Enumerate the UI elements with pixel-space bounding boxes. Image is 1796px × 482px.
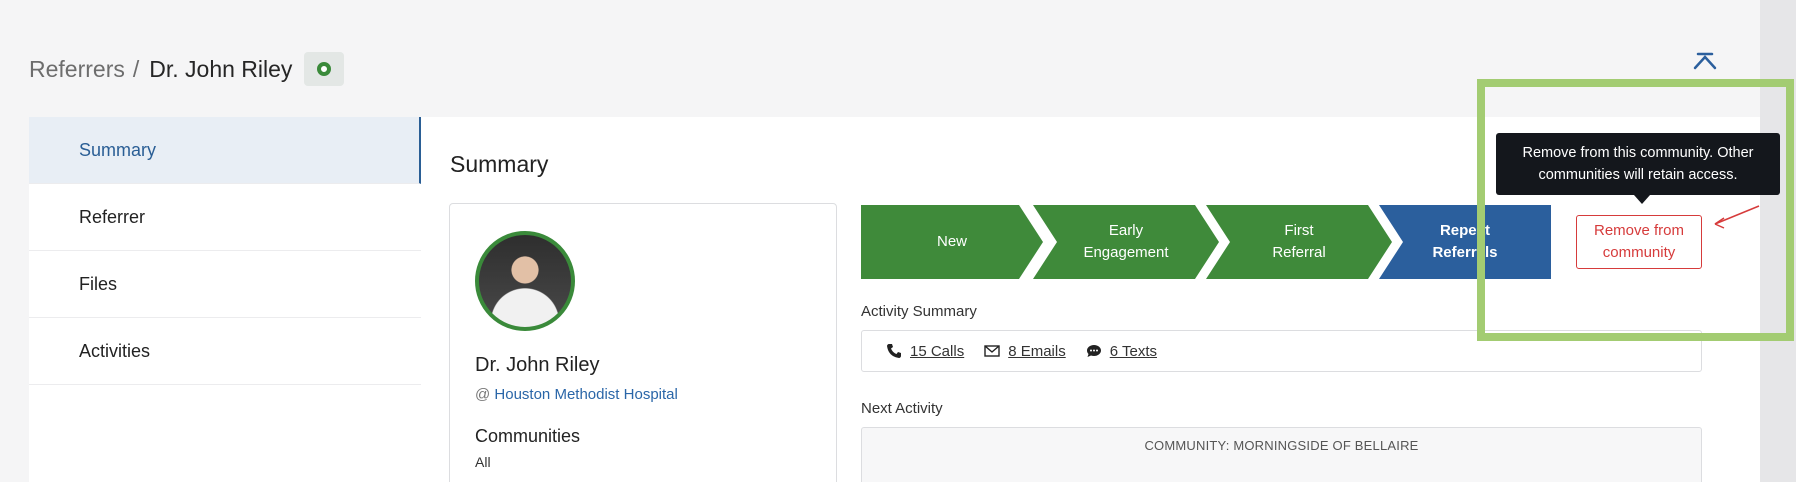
- calls-count: 15 Calls: [910, 342, 965, 360]
- calls-link[interactable]: 15 Calls: [886, 343, 964, 360]
- org-prefix: @: [475, 386, 491, 403]
- breadcrumb: Referrers / Dr. John Riley: [29, 52, 345, 86]
- status-badge[interactable]: [304, 52, 345, 86]
- page-title: Dr. John Riley: [149, 55, 293, 82]
- breadcrumb-referrers-link[interactable]: Referrers: [29, 56, 125, 83]
- sidebar-item-files[interactable]: Files: [29, 251, 421, 318]
- avatar: [475, 231, 575, 331]
- emails-link[interactable]: 8 Emails: [984, 343, 1066, 360]
- texts-count: 6 Texts: [1109, 342, 1157, 360]
- stage-early-engagement[interactable]: Early Engagement: [1033, 205, 1219, 279]
- org-link[interactable]: Houston Methodist Hospital: [494, 386, 677, 403]
- stage-first-referral[interactable]: First Referral: [1206, 205, 1392, 279]
- next-activity-card: COMMUNITY: MORNINGSIDE OF BELLAIRE: [861, 427, 1702, 482]
- sidebar-item-activities[interactable]: Activities: [29, 318, 421, 385]
- next-activity-community: COMMUNITY: MORNINGSIDE OF BELLAIRE: [1144, 438, 1419, 453]
- next-activity-label: Next Activity: [861, 400, 943, 417]
- status-dot-icon: [317, 62, 332, 76]
- org-line: @ Houston Methodist Hospital: [475, 386, 678, 403]
- sidebar: Summary Referrer Files Activities: [29, 117, 421, 482]
- activity-summary-label: Activity Summary: [861, 303, 977, 320]
- stage-label: Early Engagement: [1083, 222, 1169, 261]
- stage-label: First Referral: [1272, 222, 1326, 261]
- section-title: Summary: [450, 151, 549, 177]
- collapse-icon[interactable]: [1690, 44, 1720, 78]
- stage-new[interactable]: New: [861, 205, 1043, 279]
- stage-progress-bar: New Early Engagement First Referral Repe…: [861, 205, 1551, 279]
- profile-name: Dr. John Riley: [475, 354, 600, 376]
- chat-icon: [1086, 345, 1101, 357]
- texts-link[interactable]: 6 Texts: [1086, 343, 1157, 360]
- sidebar-item-referrer[interactable]: Referrer: [29, 184, 421, 251]
- envelope-icon: [984, 345, 1000, 357]
- communities-value: All: [475, 454, 491, 470]
- sidebar-item-summary[interactable]: Summary: [29, 117, 421, 184]
- phone-icon: [887, 344, 901, 358]
- sidebar-item-label: Activities: [79, 340, 151, 361]
- sidebar-item-label: Summary: [79, 139, 157, 160]
- breadcrumb-separator: /: [132, 55, 140, 82]
- sidebar-item-label: Files: [79, 273, 118, 294]
- communities-label: Communities: [475, 426, 581, 446]
- emails-count: 8 Emails: [1008, 342, 1066, 360]
- sidebar-item-label: Referrer: [79, 206, 146, 227]
- profile-card: Dr. John Riley @ Houston Methodist Hospi…: [449, 203, 837, 482]
- highlight-annotation-box: [1477, 79, 1794, 341]
- stage-label: New: [936, 233, 967, 250]
